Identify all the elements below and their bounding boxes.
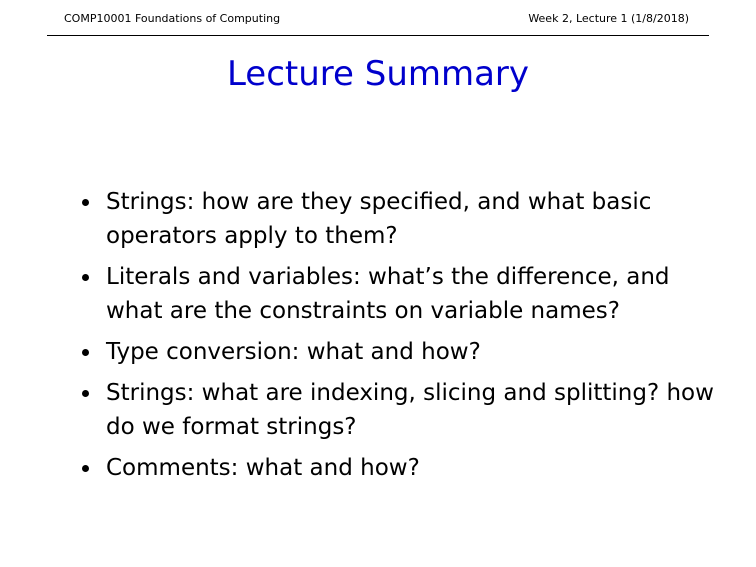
bullet-text: Type conversion: what and how? — [106, 339, 481, 365]
bullet-item: Strings: what are indexing, slicing and … — [76, 376, 716, 444]
bullet-item: Strings: how are they specified, and wha… — [76, 185, 716, 253]
summary-bullet-list: Strings: how are they specified, and wha… — [76, 185, 716, 492]
bullet-item: Type conversion: what and how? — [76, 335, 716, 369]
bullet-icon — [82, 349, 89, 356]
bullet-icon — [82, 465, 89, 472]
bullet-icon — [82, 199, 89, 206]
bullet-item: Comments: what and how? — [76, 451, 716, 485]
bullet-text: Comments: what and how? — [106, 455, 420, 481]
lecture-info: Week 2, Lecture 1 (1/8/2018) — [528, 12, 689, 25]
course-name: COMP10001 Foundations of Computing — [64, 12, 281, 25]
slide-title: Lecture Summary — [226, 54, 530, 94]
bullet-icon — [82, 274, 89, 281]
bullet-text: Literals and variables: what’s the diffe… — [106, 264, 670, 324]
slide-header: COMP10001 Foundations of Computing Week … — [47, 6, 709, 36]
bullet-icon — [82, 390, 89, 397]
bullet-text: Strings: what are indexing, slicing and … — [106, 380, 714, 440]
bullet-item: Literals and variables: what’s the diffe… — [76, 260, 716, 328]
bullet-text: Strings: how are they specified, and wha… — [106, 189, 652, 249]
